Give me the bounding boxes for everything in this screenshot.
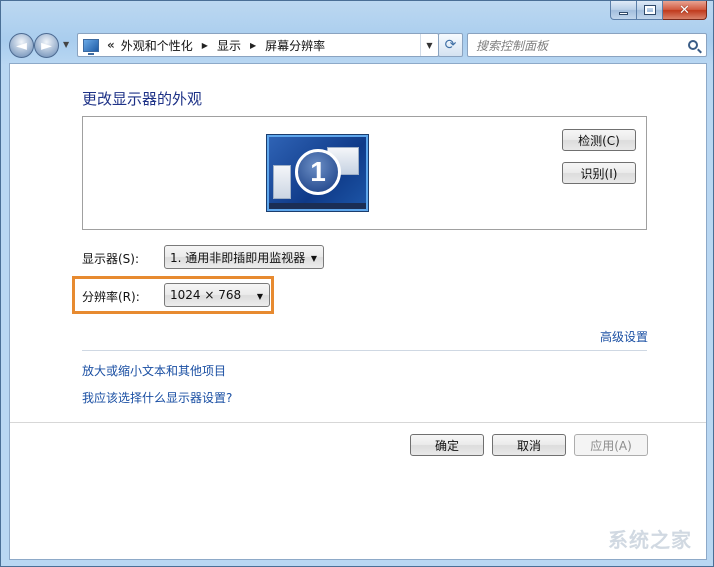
display-select-value: 1. 通用非即插即用监视器 — [170, 250, 306, 265]
apply-button[interactable]: 应用(A) — [574, 434, 648, 456]
search-input[interactable]: 搜索控制面板 — [467, 33, 707, 57]
display-label: 显示器(S): — [82, 252, 140, 266]
page-title: 更改显示器的外观 — [82, 90, 203, 108]
forward-button[interactable]: ► — [34, 33, 59, 58]
forward-arrow-icon: ► — [41, 37, 52, 54]
ok-button[interactable]: 确定 — [410, 434, 484, 456]
address-dropdown-icon[interactable]: ▼ — [420, 34, 438, 56]
search-placeholder: 搜索控制面板 — [476, 38, 549, 53]
detect-button[interactable]: 检测(C) — [562, 129, 636, 151]
address-bar[interactable]: « 外观和个性化 ▶ 显示 ▶ 屏幕分辨率 ▼ — [77, 33, 439, 57]
resolution-label: 分辨率(R): — [82, 290, 140, 304]
display-preview-area: 1 检测(C) 识别(I) — [82, 116, 647, 230]
content-panel: 更改显示器的外观 1 检测(C) 识别(I) 显示器(S): 1. 通用非即插即… — [9, 63, 707, 560]
monitor-1-icon[interactable]: 1 — [267, 135, 368, 211]
control-panel-window: ✕ ◄ ► ▼ « 外观和个性化 ▶ 显示 ▶ 屏幕分辨率 ▼ ⟳ 搜索控制面板 — [0, 0, 714, 567]
display-select[interactable]: 1. 通用非即插即用监视器 ▼ — [164, 245, 324, 269]
caption-buttons: ✕ — [610, 1, 707, 20]
breadcrumb-arrow-icon[interactable]: ▶ — [250, 41, 256, 50]
chevron-down-icon: ▼ — [256, 292, 263, 301]
minimize-icon — [619, 11, 628, 15]
control-panel-icon — [83, 38, 99, 55]
identify-button[interactable]: 识别(I) — [562, 162, 636, 184]
watermark-logo: 系统之家 — [608, 528, 692, 552]
enlarge-text-link[interactable]: 放大或缩小文本和其他项目 — [82, 362, 226, 379]
back-arrow-icon: ◄ — [16, 37, 27, 54]
close-button[interactable]: ✕ — [663, 1, 707, 20]
monitor-number-badge: 1 — [295, 149, 341, 195]
maximize-icon — [643, 5, 656, 15]
section-divider — [82, 350, 647, 351]
search-icon[interactable] — [688, 40, 698, 50]
recent-pages-dropdown-icon[interactable]: ▼ — [63, 40, 69, 49]
breadcrumb-screen-resolution[interactable]: 屏幕分辨率 — [265, 37, 325, 54]
close-icon: ✕ — [679, 2, 690, 18]
monitor-window-left — [273, 165, 291, 199]
advanced-settings-link[interactable]: 高级设置 — [600, 328, 648, 345]
navigation-bar: ◄ ► ▼ « 外观和个性化 ▶ 显示 ▶ 屏幕分辨率 ▼ ⟳ 搜索控制面板 — [9, 31, 707, 59]
footer-divider — [10, 422, 706, 423]
refresh-button[interactable]: ⟳ — [438, 33, 463, 57]
maximize-button[interactable] — [637, 1, 663, 20]
resolution-select[interactable]: 1024 × 768 ▼ — [164, 283, 270, 307]
minimize-button[interactable] — [610, 1, 637, 20]
breadcrumb-arrow-icon[interactable]: ▶ — [202, 41, 208, 50]
refresh-icon: ⟳ — [444, 37, 457, 53]
chevron-down-icon: ▼ — [310, 254, 317, 263]
breadcrumb-appearance[interactable]: 外观和个性化 — [121, 37, 193, 54]
resolution-select-value: 1024 × 768 — [170, 288, 242, 302]
monitor-taskbar — [269, 203, 366, 209]
cancel-button[interactable]: 取消 — [492, 434, 566, 456]
address-overflow-icon[interactable]: « — [107, 38, 115, 52]
breadcrumb-display[interactable]: 显示 — [217, 37, 241, 54]
back-button[interactable]: ◄ — [9, 33, 34, 58]
which-display-settings-link[interactable]: 我应该选择什么显示器设置? — [82, 389, 232, 406]
